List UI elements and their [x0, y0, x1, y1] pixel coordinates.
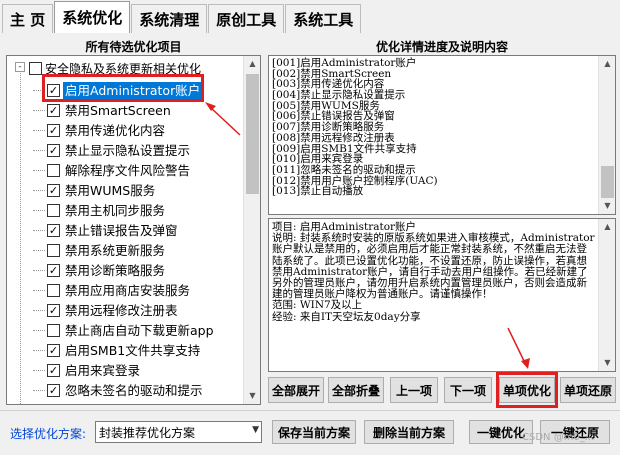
tree-item-label: 解除程序文件风险警告	[65, 162, 191, 178]
tree-item-label: 禁用SmartScreen	[65, 102, 171, 118]
highlight-box-selected-item	[42, 74, 204, 102]
watermark: CSDN @m0_...	[522, 432, 595, 443]
tree-item[interactable]: 禁用主机同步服务	[33, 200, 216, 220]
group-checkbox[interactable]	[29, 61, 42, 75]
tree-item-label: 禁用传递优化内容	[65, 122, 166, 138]
tree-item-label: 启用来宾登录	[65, 362, 141, 378]
divider	[0, 410, 620, 411]
scroll-up-icon[interactable]: ▲	[599, 56, 615, 72]
tree-item[interactable]: 禁止商店自动下载更新app	[33, 320, 216, 340]
tree-item-label: 禁止错误报告及弹窗	[65, 222, 178, 238]
scroll-up-icon[interactable]: ▲	[244, 56, 260, 72]
desc-scope: 范围: WIN7及以上	[272, 299, 363, 312]
tree-item[interactable]: ✓ 启用SMB1文件共享支持	[33, 340, 216, 360]
tree-item-label: 启用SMB1文件共享支持	[65, 342, 201, 358]
tree-item-checkbox[interactable]: ✓	[47, 383, 60, 397]
scheme-select-value: 封装推荐优化方案	[99, 425, 196, 440]
tree-item-checkbox[interactable]: ✓	[47, 363, 60, 377]
tree-item-checkbox[interactable]: ✓	[47, 103, 60, 117]
tree-item-checkbox[interactable]: ✓	[47, 183, 60, 197]
tree-item[interactable]: ✓ 禁用传递优化内容	[33, 120, 216, 140]
tab-bar: 主 页 系统优化 系统清理 原创工具 系统工具	[0, 0, 620, 33]
tab-system-tools[interactable]: 系统工具	[285, 4, 362, 33]
save-scheme-button[interactable]: 保存当前方案	[272, 420, 356, 444]
tree-item-checkbox[interactable]: ✓	[47, 263, 60, 277]
right-panel-header: 优化详情进度及说明内容	[375, 40, 508, 54]
tree-item-label: 禁止商店自动下载更新app	[65, 322, 214, 338]
collapse-all-button[interactable]: 全部折叠	[328, 377, 384, 403]
tree-item-label: 禁用WUMS服务	[65, 182, 156, 198]
tab-home[interactable]: 主 页	[2, 4, 54, 33]
tree-item-label: 禁用系统更新服务	[65, 242, 166, 258]
collapse-icon[interactable]: -	[15, 62, 25, 72]
highlight-box-optimize-button	[496, 372, 558, 408]
tree-item-checkbox[interactable]: ✓	[47, 223, 60, 237]
desc-explanation: 说明: 封装系统时安装的原版系统如果进入审核模式，Administrator账户…	[272, 232, 595, 301]
tab-system-clean[interactable]: 系统清理	[131, 4, 208, 33]
progress-list-item[interactable]: [013]禁止自动播放	[272, 186, 438, 197]
tree-item[interactable]: ✓ 禁止错误报告及弹窗	[33, 220, 216, 240]
tree-item-label: 忽略未签名的驱动和提示	[65, 382, 203, 398]
tree-item-checkbox[interactable]	[47, 283, 60, 297]
annotation-arrow-icon	[507, 327, 530, 369]
annotation-arrow-icon	[205, 102, 241, 136]
scroll-thumb[interactable]	[601, 166, 614, 198]
tree-item-label: 禁用远程修改注册表	[65, 302, 178, 318]
tree-item-checkbox[interactable]	[47, 203, 60, 217]
description-panel: 项目: 启用Administrator账户 说明: 封装系统时安装的原版系统如果…	[268, 218, 616, 372]
tree-item[interactable]: ✓ 忽略未签名的驱动和提示	[33, 380, 216, 400]
tree-item-label: 禁用应用商店安装服务	[65, 282, 191, 298]
progress-scrollbar[interactable]: ▲ ▼	[598, 56, 615, 214]
tree-item[interactable]: 禁用应用商店安装服务	[33, 280, 216, 300]
tree-items: ✓ 启用Administrator账户 ✓ 禁用SmartScreen ✓ 禁用传递优化内…	[33, 80, 216, 400]
progress-list-item[interactable]: [008]禁用远程修改注册表	[272, 132, 438, 144]
tree-item[interactable]: ✓ 禁用SmartScreen	[33, 100, 216, 120]
tree-item-checkbox[interactable]: ✓	[47, 303, 60, 317]
tree-item[interactable]: ✓ 禁用WUMS服务	[33, 180, 216, 200]
chevron-down-icon[interactable]: ▼	[252, 425, 259, 435]
tree-item[interactable]: ✓ 禁用远程修改注册表	[33, 300, 216, 320]
scroll-down-icon[interactable]: ▼	[599, 355, 615, 371]
tree-item[interactable]: 解除程序文件风险警告	[33, 160, 216, 180]
tree-item[interactable]: 禁用系统更新服务	[33, 240, 216, 260]
tree-item-label: 禁止显示隐私设置提示	[65, 142, 191, 158]
scroll-up-icon[interactable]: ▲	[599, 219, 615, 235]
tree-connector-line	[20, 66, 21, 404]
tree-item[interactable]: ✓ 禁用诊断策略服务	[33, 260, 216, 280]
next-item-button[interactable]: 下一项	[444, 377, 492, 403]
tree-item-checkbox[interactable]: ✓	[47, 143, 60, 157]
scheme-select[interactable]: 封装推荐优化方案 ▼	[95, 421, 262, 443]
tree-item-label: 禁用主机同步服务	[65, 202, 166, 218]
tree-item[interactable]: ✓ 禁止显示隐私设置提示	[33, 140, 216, 160]
desc-experience: 经验: 来自IT天空坛友0day分享	[272, 310, 421, 323]
expand-all-button[interactable]: 全部展开	[268, 377, 324, 403]
previous-item-button[interactable]: 上一项	[390, 377, 438, 403]
tree-item-label: 禁用诊断策略服务	[65, 262, 166, 278]
tab-system-optimize[interactable]: 系统优化	[54, 1, 131, 33]
delete-scheme-button[interactable]: 删除当前方案	[364, 420, 454, 444]
scheme-label: 选择优化方案:	[10, 427, 87, 441]
description-scrollbar[interactable]: ▲ ▼	[598, 219, 615, 371]
single-restore-button[interactable]: 单项还原	[560, 377, 616, 403]
left-panel-header: 所有待选优化项目	[85, 40, 182, 54]
tree-item-checkbox[interactable]	[47, 243, 60, 257]
progress-list[interactable]: [001]启用Administrator账户 [002]禁用SmartScreen…	[268, 55, 616, 215]
tree-item-checkbox[interactable]: ✓	[47, 123, 60, 137]
scroll-down-icon[interactable]: ▼	[244, 388, 260, 404]
tree-item-checkbox[interactable]	[47, 323, 60, 337]
tab-original-tools[interactable]: 原创工具	[208, 4, 285, 33]
tree-item[interactable]: ✓ 启用来宾登录	[33, 360, 216, 380]
tree-item-checkbox[interactable]: ✓	[47, 343, 60, 357]
tree-item-checkbox[interactable]	[47, 163, 60, 177]
progress-list-item[interactable]: [011]忽略未签名的驱动和提示	[272, 165, 438, 176]
scroll-down-icon[interactable]: ▼	[599, 198, 615, 214]
